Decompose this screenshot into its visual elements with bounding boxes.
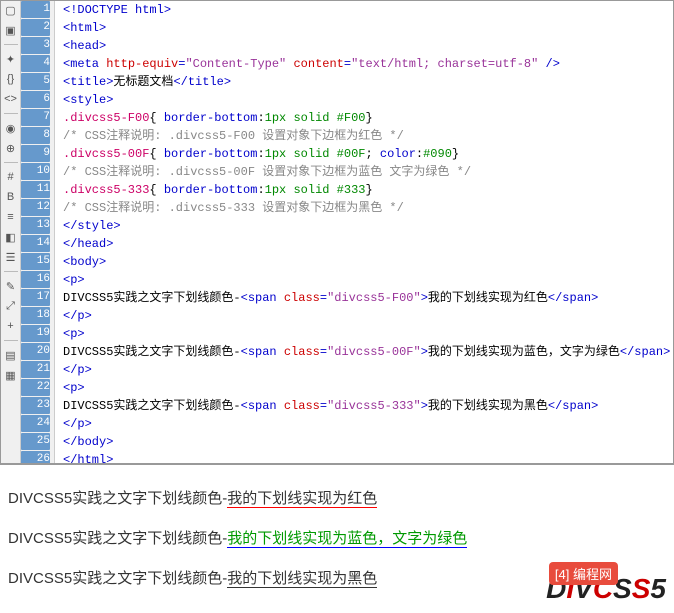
wand-icon[interactable]: ✦ xyxy=(4,52,18,66)
code-line[interactable]: .divcss5-F00{ border-bottom:1px solid #F… xyxy=(63,109,673,127)
line-number: 4 xyxy=(21,55,50,72)
line-number: 2 xyxy=(21,19,50,36)
bold-icon[interactable]: B xyxy=(4,190,18,204)
line-number: 26 xyxy=(21,451,50,463)
comment-icon[interactable]: ✎ xyxy=(4,279,18,293)
code-line[interactable]: <head> xyxy=(63,37,673,55)
target-icon[interactable]: ⊕ xyxy=(4,141,18,155)
line-number: 9 xyxy=(21,145,50,162)
code-line[interactable]: <p> xyxy=(63,325,673,343)
code-line[interactable]: </p> xyxy=(63,415,673,433)
line-number: 15 xyxy=(21,253,50,270)
line-number: 13 xyxy=(21,217,50,234)
line-number: 19 xyxy=(21,325,50,342)
underline-red-span: 我的下划线实现为红色 xyxy=(227,490,377,508)
code-line[interactable]: </p> xyxy=(63,361,673,379)
line-number: 8 xyxy=(21,127,50,144)
code-line[interactable]: <html> xyxy=(63,19,673,37)
code-content[interactable]: <!DOCTYPE html><html><head><meta http-eq… xyxy=(55,1,673,463)
line-number: 16 xyxy=(21,271,50,288)
code-line[interactable]: <title>无标题文档</title> xyxy=(63,73,673,91)
line-number: 14 xyxy=(21,235,50,252)
paint-icon[interactable]: ◧ xyxy=(4,230,18,244)
line-number: 24 xyxy=(21,415,50,432)
code-line[interactable]: <style> xyxy=(63,91,673,109)
code-line[interactable]: /* CSS注释说明: .divcss5-00F 设置对象下边框为蓝色 文字为绿… xyxy=(63,163,673,181)
expand-icon[interactable]: ⤢ xyxy=(4,299,18,313)
file-icon[interactable]: ▢ xyxy=(4,3,18,17)
code-line[interactable]: <body> xyxy=(63,253,673,271)
line-number: 21 xyxy=(21,361,50,378)
code-line[interactable]: .divcss5-00F{ border-bottom:1px solid #0… xyxy=(63,145,673,163)
line-number: 7 xyxy=(21,109,50,126)
underline-black-span: 我的下划线实现为黑色 xyxy=(227,570,377,588)
line-number: 18 xyxy=(21,307,50,324)
eye-icon[interactable]: ◉ xyxy=(4,121,18,135)
line-number: 3 xyxy=(21,37,50,54)
toolbar-separator xyxy=(4,44,18,45)
underline-blue-span: 我的下划线实现为蓝色，文字为绿色 xyxy=(227,530,467,548)
watermark-badge: [4] 编程网 xyxy=(549,562,618,585)
code-editor-panel: ▢▣✦{}<>◉⊕#B≡◧☰✎⤢+▤▦ 12345678910111213141… xyxy=(0,0,674,464)
add-icon[interactable]: + xyxy=(4,319,18,333)
align-icon[interactable]: ≡ xyxy=(4,210,18,224)
line-number-gutter: 1234567891011121314151617181920212223242… xyxy=(21,1,55,463)
line-number: 17 xyxy=(21,289,50,306)
toolbar-separator xyxy=(4,271,18,272)
preview-text: DIVCSS5实践之文字下划线颜色- xyxy=(8,490,227,507)
preview-line-2: DIVCSS5实践之文字下划线颜色-我的下划线实现为蓝色，文字为绿色 xyxy=(8,521,666,557)
code-line[interactable]: </head> xyxy=(63,235,673,253)
line-number: 5 xyxy=(21,73,50,90)
code-line[interactable]: DIVCSS5实践之文字下划线颜色-<span class="divcss5-3… xyxy=(63,397,673,415)
code-line[interactable]: </body> xyxy=(63,433,673,451)
code-line[interactable]: DIVCSS5实践之文字下划线颜色-<span class="divcss5-F… xyxy=(63,289,673,307)
code-line[interactable]: .divcss5-333{ border-bottom:1px solid #3… xyxy=(63,181,673,199)
preview-line-1: DIVCSS5实践之文字下划线颜色-我的下划线实现为红色 xyxy=(8,481,666,517)
line-number: 20 xyxy=(21,343,50,360)
code-line[interactable]: </style> xyxy=(63,217,673,235)
line-number: 10 xyxy=(21,163,50,180)
code-line[interactable]: DIVCSS5实践之文字下划线颜色-<span class="divcss5-0… xyxy=(63,343,673,361)
line-number: 12 xyxy=(21,199,50,216)
braces-icon[interactable]: {} xyxy=(4,72,18,86)
preview-text: DIVCSS5实践之文字下划线颜色- xyxy=(8,530,227,547)
code-line[interactable]: <p> xyxy=(63,379,673,397)
code-line[interactable]: /* CSS注释说明: .divcss5-F00 设置对象下边框为红色 */ xyxy=(63,127,673,145)
line-number: 11 xyxy=(21,181,50,198)
anchor-icon[interactable]: # xyxy=(4,170,18,184)
code-line[interactable]: </html> xyxy=(63,451,673,463)
line-number: 22 xyxy=(21,379,50,396)
toolbar-separator xyxy=(4,162,18,163)
ruler-icon[interactable]: ▦ xyxy=(4,368,18,382)
preview-text: DIVCSS5实践之文字下划线颜色- xyxy=(8,570,227,587)
code-line[interactable]: /* CSS注释说明: .divcss5-333 设置对象下边框为黑色 */ xyxy=(63,199,673,217)
folder-icon[interactable]: ▣ xyxy=(4,23,18,37)
code-line[interactable]: </p> xyxy=(63,307,673,325)
toolbar-separator xyxy=(4,113,18,114)
code-area[interactable]: 1234567891011121314151617181920212223242… xyxy=(21,1,673,463)
line-number: 1 xyxy=(21,1,50,18)
tag-icon[interactable]: <> xyxy=(4,92,18,106)
layers-icon[interactable]: ▤ xyxy=(4,348,18,362)
code-line[interactable]: <p> xyxy=(63,271,673,289)
list-icon[interactable]: ☰ xyxy=(4,250,18,264)
toolbar-separator xyxy=(4,340,18,341)
line-number: 25 xyxy=(21,433,50,450)
line-number: 23 xyxy=(21,397,50,414)
line-number: 6 xyxy=(21,91,50,108)
code-line[interactable]: <meta http-equiv="Content-Type" content=… xyxy=(63,55,673,73)
vertical-toolbar: ▢ ▣ ✦ {} <> ◉ ⊕ # B ≡ ◧ ☰ ✎ ⤢ + ▤ ▦ xyxy=(1,1,21,463)
code-line[interactable]: <!DOCTYPE html> xyxy=(63,1,673,19)
